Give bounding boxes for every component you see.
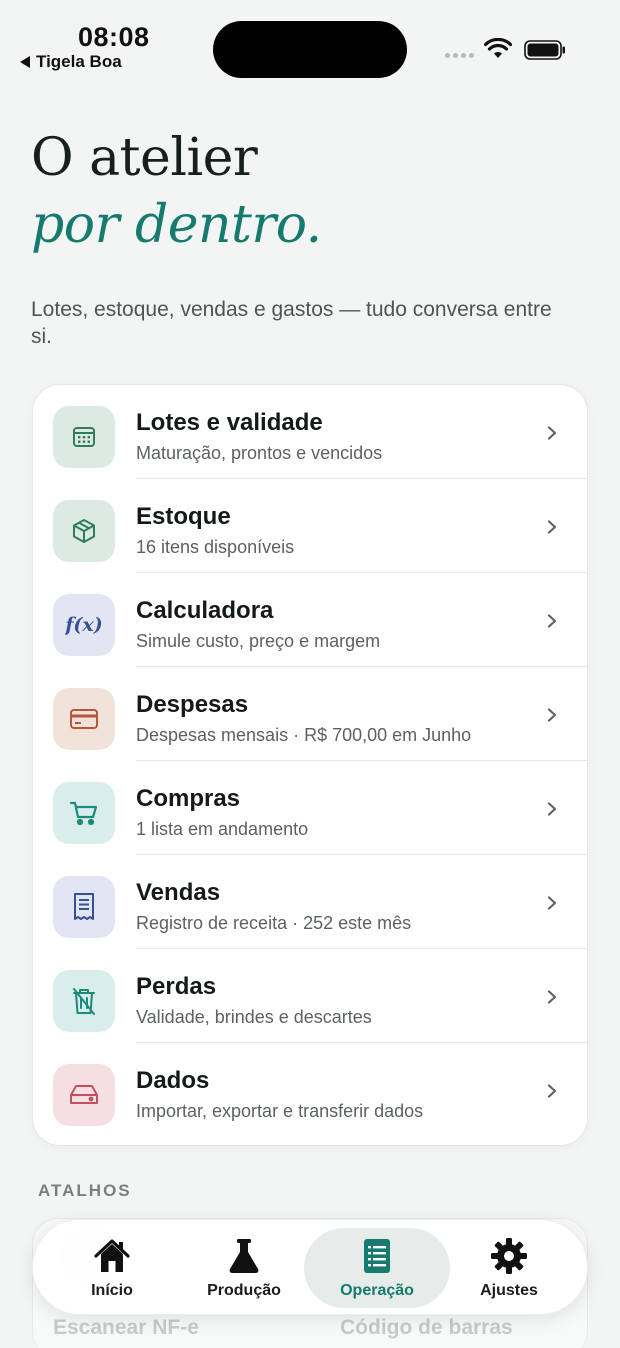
svg-text:f(x): f(x) <box>65 614 103 636</box>
status-bar: 08:08 Tigela Boa <box>0 0 620 90</box>
menu-item-compras[interactable]: Compras 1 lista em andamento <box>33 761 587 855</box>
battery-icon <box>524 40 565 60</box>
page-subtitle: Lotes, estoque, vendas e gastos — tudo c… <box>31 298 552 348</box>
shortcut-barcode[interactable]: Código de barras <box>340 1316 513 1340</box>
tab-ajustes[interactable]: Ajustes <box>436 1228 582 1308</box>
back-arrow-icon <box>20 56 30 68</box>
menu-item-title: Compras <box>136 785 241 812</box>
menu-item-subtitle: Registro de receita · 252 este mês <box>136 913 412 933</box>
menu-item-title: Dados <box>136 1067 210 1094</box>
menu-item-title: Vendas <box>136 879 221 906</box>
tab-label: Operação <box>340 1282 414 1299</box>
receipt-icon <box>53 876 115 938</box>
wifi-icon <box>484 38 512 58</box>
cellular-signal-icon <box>445 53 474 58</box>
menu-item-title: Despesas <box>136 691 249 718</box>
menu-item-perdas[interactable]: Perdas Validade, brindes e descartes <box>33 949 587 1043</box>
menu-item-calculadora[interactable]: f(x) Calculadora Simule custo, preço e m… <box>33 573 587 667</box>
calendar-icon <box>53 406 115 468</box>
operations-menu: Lotes e validade Maturação, prontos e ve… <box>32 384 588 1146</box>
tab-inicio[interactable]: Início <box>39 1228 185 1308</box>
flask-icon <box>229 1239 259 1273</box>
menu-item-dados[interactable]: Dados Importar, exportar e transferir da… <box>33 1043 587 1137</box>
chevron-right-icon <box>547 896 557 910</box>
credit-card-icon <box>53 688 115 750</box>
menu-item-estoque[interactable]: Estoque 16 itens disponíveis <box>33 479 587 573</box>
tab-label: Início <box>91 1282 133 1299</box>
menu-item-subtitle: Maturação, prontos e vencidos <box>136 443 383 463</box>
menu-item-subtitle: 1 lista em andamento <box>136 819 309 839</box>
gear-icon <box>491 1238 527 1274</box>
chevron-right-icon <box>547 614 557 628</box>
menu-item-title: Perdas <box>136 973 217 1000</box>
chevron-right-icon <box>547 802 557 816</box>
tab-label: Ajustes <box>480 1282 538 1299</box>
chevron-right-icon <box>547 990 557 1004</box>
page-title-line2: por dentro. <box>31 195 322 255</box>
menu-item-lotes[interactable]: Lotes e validade Maturação, prontos e ve… <box>33 385 587 479</box>
tab-label: Produção <box>207 1282 281 1299</box>
dynamic-island <box>213 21 407 78</box>
menu-item-title: Lotes e validade <box>136 409 323 436</box>
shortcuts-section-label: ATALHOS <box>38 1181 132 1200</box>
back-app-label: Tigela Boa <box>36 52 122 71</box>
home-icon <box>94 1239 130 1272</box>
menu-item-vendas[interactable]: Vendas Registro de receita · 252 este mê… <box>33 855 587 949</box>
document-icon <box>364 1239 390 1273</box>
menu-item-despesas[interactable]: Despesas Despesas mensais · R$ 700,00 em… <box>33 667 587 761</box>
status-time: 08:08 <box>78 22 150 52</box>
menu-item-subtitle: Importar, exportar e transferir dados <box>136 1101 424 1121</box>
tab-operacao[interactable]: Operação <box>304 1228 450 1308</box>
chevron-right-icon <box>547 426 557 440</box>
trash-icon <box>53 970 115 1032</box>
menu-item-subtitle: Simule custo, preço e margem <box>136 631 381 651</box>
drive-icon <box>53 1064 115 1126</box>
menu-item-subtitle: 16 itens disponíveis <box>136 537 295 557</box>
box-icon <box>53 500 115 562</box>
function-icon: f(x) <box>53 594 115 656</box>
shortcut-scan-nfe[interactable]: Escanear NF-e <box>53 1316 199 1340</box>
menu-item-subtitle: Validade, brindes e descartes <box>136 1007 372 1027</box>
chevron-right-icon <box>547 1084 557 1098</box>
chevron-right-icon <box>547 708 557 722</box>
cart-icon <box>53 782 115 844</box>
back-to-app-link[interactable]: Tigela Boa <box>20 52 122 72</box>
tab-producao[interactable]: Produção <box>171 1228 317 1308</box>
page-title-line1: O atelier <box>31 128 258 188</box>
menu-item-subtitle: Despesas mensais · R$ 700,00 em Junho <box>136 725 472 745</box>
menu-item-title: Estoque <box>136 503 231 530</box>
chevron-right-icon <box>547 520 557 534</box>
menu-item-title: Calculadora <box>136 597 274 624</box>
tab-bar: Início Produção Operação Ajustes <box>32 1219 588 1315</box>
